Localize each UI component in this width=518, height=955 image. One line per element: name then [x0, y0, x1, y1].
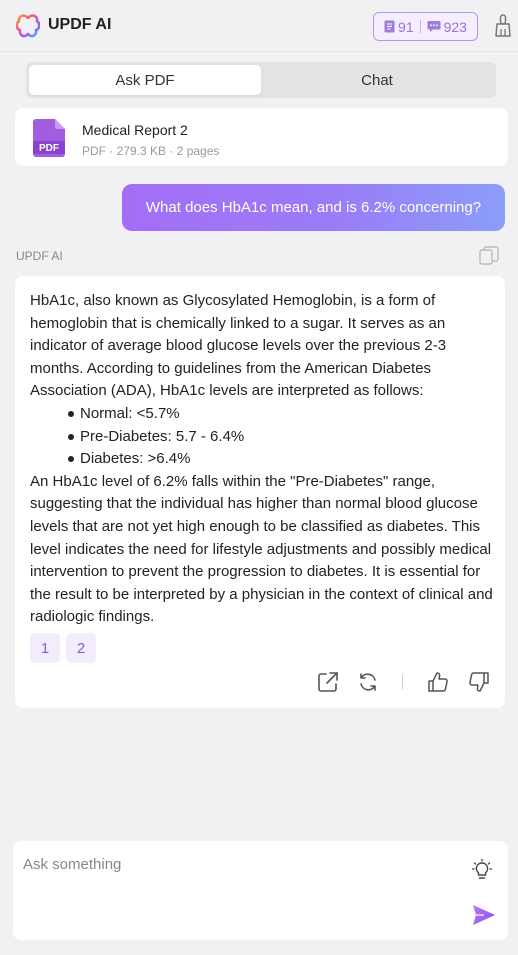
file-meta: PDF · 279.3 KB · 2 pages: [82, 144, 220, 158]
ask-input[interactable]: [23, 856, 463, 886]
lightbulb-icon[interactable]: [472, 859, 492, 881]
pdf-icon-label: PDF: [39, 143, 59, 154]
document-icon: [384, 20, 395, 33]
answer-conclusion: An HbA1c level of 6.2% falls within the …: [30, 472, 493, 626]
credits-divider: [419, 20, 421, 33]
app-header: UPDF AI 91 923: [0, 0, 518, 52]
page-references: 1 2: [30, 633, 96, 663]
tab-ask-pdf[interactable]: Ask PDF: [29, 65, 261, 95]
ai-label: UPDF AI: [16, 249, 63, 263]
answer-bullet-list: Normal: <5.7% Pre-Diabetes: 5.7 - 6.4% D…: [30, 403, 495, 471]
page-ref-1[interactable]: 1: [30, 633, 60, 663]
answer-actions: [15, 669, 505, 699]
share-icon[interactable]: [317, 671, 339, 693]
mode-tabs: Ask PDF Chat: [26, 62, 496, 98]
pdf-file-icon: PDF: [33, 119, 65, 157]
actions-divider: [402, 675, 403, 689]
answer-intro: HbA1c, also known as Glycosylated Hemogl…: [30, 292, 447, 400]
updf-logo-icon: [16, 14, 40, 38]
chat-input-box: [13, 841, 508, 940]
document-credits: 91: [384, 19, 414, 35]
user-message: What does HbA1c mean, and is 6.2% concer…: [122, 184, 505, 231]
message-icon: [427, 21, 441, 32]
list-item: Pre-Diabetes: 5.7 - 6.4%: [66, 426, 495, 449]
message-credits: 923: [427, 19, 467, 35]
thumbs-up-icon[interactable]: [427, 671, 449, 693]
page-ref-2[interactable]: 2: [66, 633, 96, 663]
credits-badge[interactable]: 91 923: [373, 12, 478, 41]
file-name: Medical Report 2: [82, 122, 188, 138]
send-icon[interactable]: [472, 904, 496, 926]
ai-answer-card: HbA1c, also known as Glycosylated Hemogl…: [15, 276, 505, 708]
file-card[interactable]: PDF Medical Report 2 PDF · 279.3 KB · 2 …: [15, 108, 508, 166]
ai-answer-text: HbA1c, also known as Glycosylated Hemogl…: [30, 290, 495, 629]
thumbs-down-icon[interactable]: [468, 671, 490, 693]
list-item: Diabetes: >6.4%: [66, 448, 495, 471]
app-title: UPDF AI: [48, 16, 112, 33]
document-credits-count: 91: [398, 18, 414, 35]
broom-icon[interactable]: [494, 14, 512, 38]
regenerate-icon[interactable]: [357, 671, 379, 693]
list-item: Normal: <5.7%: [66, 403, 495, 426]
copy-icon[interactable]: [479, 246, 499, 266]
message-credits-count: 923: [443, 18, 467, 35]
tab-chat[interactable]: Chat: [261, 65, 493, 95]
